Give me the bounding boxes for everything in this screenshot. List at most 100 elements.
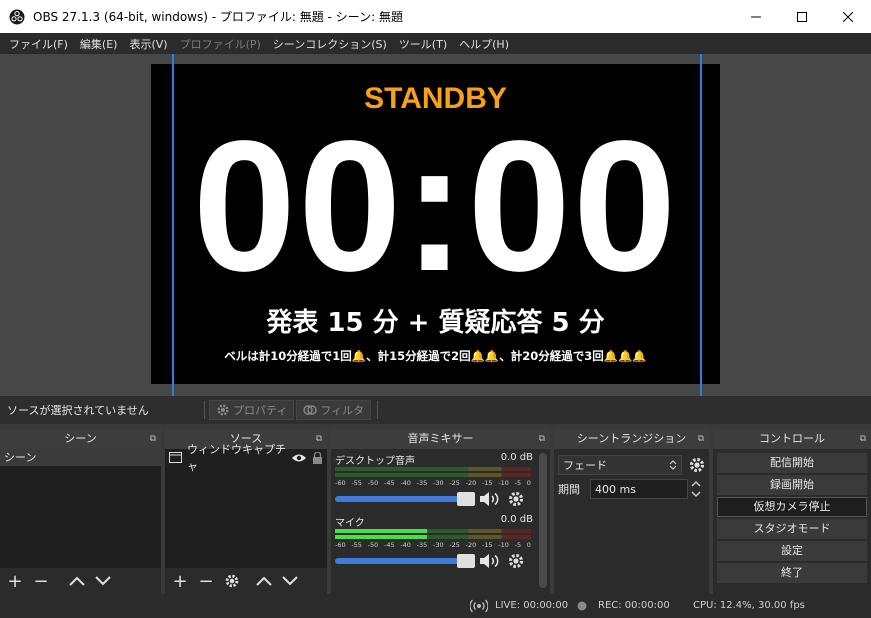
volume-slider[interactable] [335,554,475,568]
float-dock-icon[interactable]: ⧉ [860,429,866,449]
channel-name: デスクトップ音声 [335,456,415,467]
guide-line-right [700,54,702,396]
mixer-dock-title: 音声ミキサー ⧉ [331,429,550,449]
eye-icon[interactable] [291,453,307,463]
menu-item[interactable]: 編集(E) [74,36,124,52]
no-source-label: ソースが選択されていません [7,404,149,417]
meter-tick-label: -10 [498,479,509,487]
meter-tick-label: -55 [351,541,362,549]
status-bar: LIVE: 00:00:00 REC: 00:00:00 CPU: 12.4%,… [0,594,871,618]
add-source-button[interactable]: + [169,570,191,592]
meter-tick-label: -25 [449,479,460,487]
remove-source-button[interactable]: − [195,570,217,592]
add-scene-button[interactable]: + [4,570,26,592]
float-dock-icon[interactable]: ⧉ [698,429,704,449]
meter-tick-label: -30 [432,479,444,487]
float-dock-icon[interactable]: ⧉ [539,429,545,449]
control-button[interactable]: 配信開始 [717,453,867,473]
gear-icon[interactable] [507,552,525,570]
menu-item[interactable]: ツール(T) [393,36,453,52]
minimize-icon [751,16,761,17]
meter-tick-label: -55 [351,479,362,487]
scene-item[interactable]: シーン [0,449,161,466]
control-button[interactable]: 録画開始 [717,475,867,495]
scenes-dock: シーン ⧉ シーン + − [0,429,161,594]
meter-tick-label: -35 [416,479,428,487]
controls-dock-title: コントロール ⧉ [713,429,871,449]
volume-meter [335,535,531,539]
speaker-icon[interactable] [479,553,501,569]
move-up-button[interactable] [253,570,275,592]
transition-select[interactable]: フェード [558,455,682,475]
float-dock-icon[interactable]: ⧉ [316,429,322,449]
menu-item[interactable]: ファイル(F) [3,36,74,52]
transition-gear-icon[interactable] [688,456,706,474]
controls-title: コントロール [759,432,825,445]
chevron-up-icon [256,576,272,586]
preview-area[interactable]: STANDBY 00:00 発表 15 分 + 質疑応答 5 分 ベルは計10分… [0,54,871,396]
meter-tick-label: 0 [526,541,531,549]
spin-arrows-icon [669,460,677,470]
lock-icon[interactable] [312,451,323,464]
gear-icon[interactable] [507,490,525,508]
meter-tick-label: -60 [335,541,346,549]
menu-item[interactable]: ヘルプ(H) [453,36,515,52]
menu-item[interactable]: シーンコレクション(S) [267,36,393,52]
control-button[interactable]: 終了 [717,563,867,583]
meter-level [335,529,428,533]
move-up-button[interactable] [66,570,88,592]
volume-slider[interactable] [335,492,475,506]
volume-meter [335,529,531,533]
filters-label: フィルタ [320,404,365,417]
maximize-button[interactable] [779,0,825,33]
sources-list[interactable]: ウィンドウキャプチャ [165,443,327,568]
live-status: LIVE: 00:00:00 [495,600,569,611]
meter-ticks: -60 -55 -50 -45 -40 -35 -30 -25 -20 -15 -10 -5 0 [335,541,531,549]
move-down-button[interactable] [92,570,114,592]
chevron-up-icon [69,576,85,586]
control-button[interactable]: 設定 [717,541,867,561]
maximize-icon [797,11,807,22]
meter-tick-label: -50 [367,541,379,549]
source-properties-button[interactable] [221,570,243,592]
menu-item[interactable]: 表示(V) [123,36,173,52]
minimize-button[interactable] [733,0,779,33]
scenes-list[interactable]: シーン [0,449,161,568]
mixer-channel: マイク 0.0 dB -60 -55 -50 -45 -40 -35 -30 -25 -20 -1… [335,514,533,584]
mixer-scrollbar[interactable] [539,453,547,588]
meter-tick-label: -20 [465,541,477,549]
divider [204,401,205,419]
chevron-up-icon[interactable] [690,479,702,489]
filters-button[interactable]: フィルタ [296,400,372,420]
transitions-dock-title: シーントランジション ⧉ [554,429,709,449]
duration-spinner[interactable] [690,479,702,499]
meter-tick-label: -10 [498,541,509,549]
source-item[interactable]: ウィンドウキャプチャ [165,443,327,473]
meter-tick-label: -20 [465,479,477,487]
obs-logo-icon [9,9,25,24]
meter-tick-label: -40 [400,541,411,549]
preview-canvas[interactable]: STANDBY 00:00 発表 15 分 + 質疑応答 5 分 ベルは計10分… [151,64,720,384]
menu-item[interactable]: プロファイル(P) [174,36,267,52]
slider-knob[interactable] [457,492,475,506]
chevron-down-icon[interactable] [690,489,702,499]
window-title: OBS 27.1.3 (64-bit, windows) - プロファイル: 無… [33,10,403,24]
float-dock-icon[interactable]: ⧉ [150,429,156,449]
meter-tick-label: -15 [481,541,493,549]
close-button[interactable] [825,0,871,33]
slider-knob[interactable] [457,554,475,568]
meter-tick-label: -40 [400,479,411,487]
channel-db: 0.0 dB [500,452,533,463]
remove-scene-button[interactable]: − [30,570,52,592]
duration-input[interactable]: 400 ms [590,479,688,499]
move-down-button[interactable] [279,570,301,592]
speaker-icon[interactable] [479,491,501,507]
filter-icon [303,405,318,415]
meter-tick-label: -25 [449,541,460,549]
mixer-body: デスクトップ音声 0.0 dB -60 -55 -50 -45 -40 -35 -30 -25… [331,449,550,594]
properties-button[interactable]: プロパティ [209,400,295,420]
control-button[interactable]: スタジオモード [717,519,867,539]
chevron-down-icon [282,576,298,586]
properties-label: プロパティ [233,404,288,417]
control-button[interactable]: 仮想カメラ停止 [717,497,867,517]
